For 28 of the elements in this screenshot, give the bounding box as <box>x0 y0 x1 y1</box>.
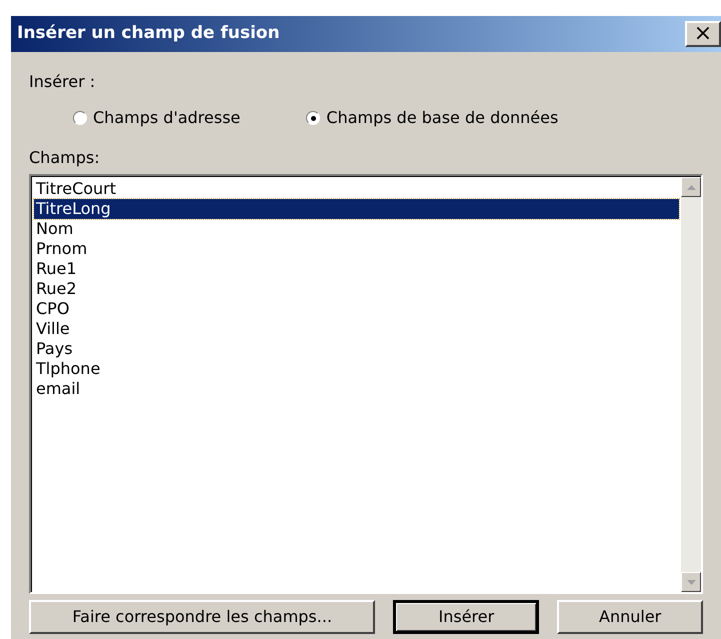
down-arrow-icon <box>686 580 696 584</box>
dialog-button[interactable]: Annuler <box>557 600 703 634</box>
list-item[interactable]: Rue2 <box>34 279 679 299</box>
radio-label[interactable]: Champs d'adresse <box>93 106 240 130</box>
group-label: Insérer : <box>29 71 96 93</box>
list-item[interactable]: Nom <box>34 219 679 239</box>
up-arrow-icon <box>686 184 696 190</box>
fields-label: Champs: <box>29 147 101 169</box>
dialog-button[interactable]: Insérer <box>393 600 540 634</box>
list-item[interactable]: TitreCourt <box>34 179 679 199</box>
list-item[interactable]: CPO <box>34 299 679 319</box>
list-item[interactable]: Prnom <box>34 239 679 259</box>
scroll-up-button[interactable] <box>681 177 701 197</box>
list-item[interactable]: Tlphone <box>34 359 679 379</box>
list-item[interactable]: Pays <box>34 339 679 359</box>
scrollbar[interactable] <box>681 176 701 592</box>
radio-button[interactable] <box>73 111 87 125</box>
close-button[interactable]: × <box>685 21 721 47</box>
list-item[interactable]: email <box>34 379 679 399</box>
list-item[interactable]: Rue1 <box>34 259 679 279</box>
fields-listbox[interactable]: TitreCourt TitreLong Nom Prnom Rue1 Rue2 CPO Ville Pays Tlphone email <box>29 174 703 594</box>
scroll-down-button[interactable] <box>681 572 701 592</box>
list-item[interactable]: TitreLong <box>34 199 679 219</box>
window-title: Insérer un champ de fusion <box>17 22 280 46</box>
radio-label[interactable]: Champs de base de données <box>326 106 558 130</box>
list-item[interactable]: Ville <box>34 319 679 339</box>
radio-button[interactable] <box>306 111 320 125</box>
dialog-button[interactable]: Faire correspondre les champs... <box>29 600 376 634</box>
